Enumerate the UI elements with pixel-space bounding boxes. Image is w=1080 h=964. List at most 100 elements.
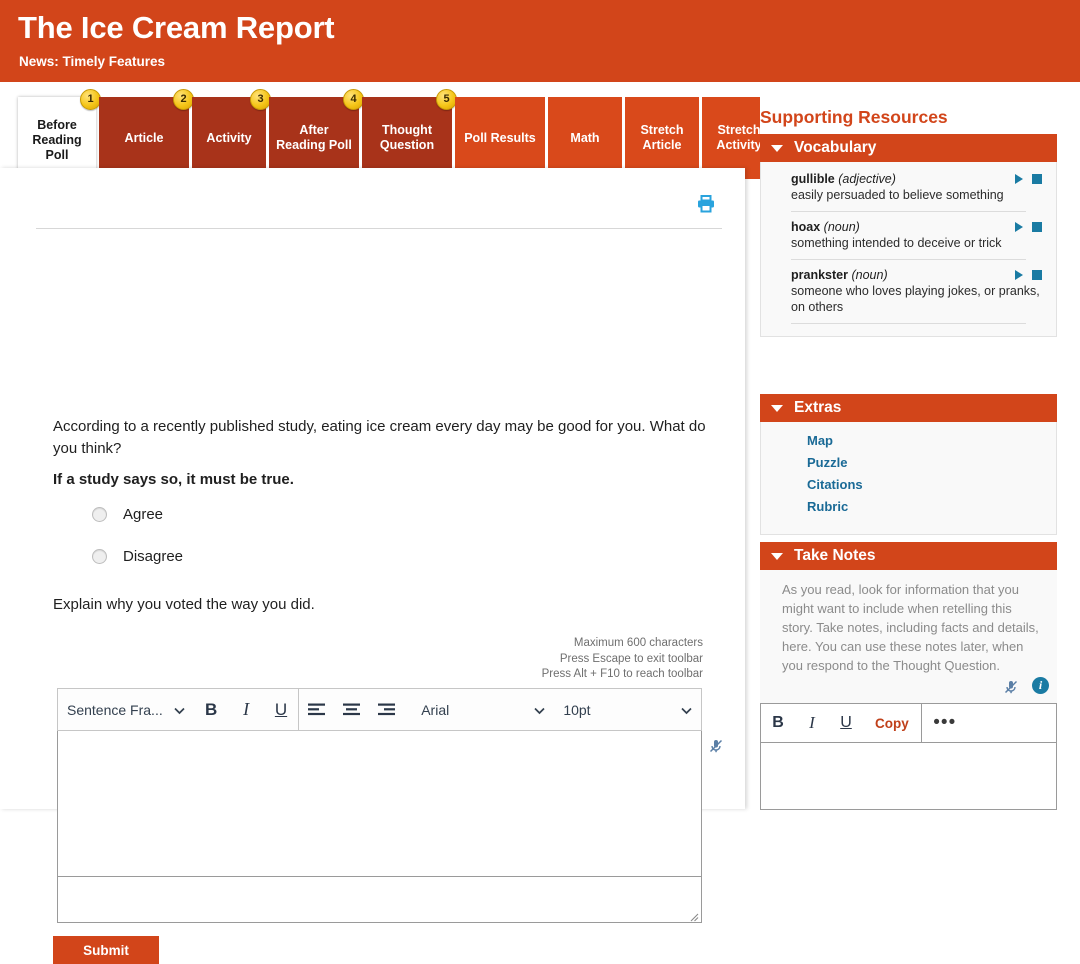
- tab-label: Stretch Article: [631, 123, 693, 153]
- align-center-icon[interactable]: [334, 689, 369, 730]
- main-content-panel: According to a recently published study,…: [0, 168, 745, 809]
- italic-button[interactable]: I: [229, 689, 264, 730]
- stop-icon[interactable]: [1032, 270, 1042, 280]
- vocabulary-definition: someone who loves playing jokes, or pran…: [791, 283, 1044, 315]
- vocabulary-heading: Vocabulary: [794, 139, 876, 157]
- align-right-icon[interactable]: [369, 689, 404, 730]
- vocabulary-part-of-speech: (noun): [851, 268, 887, 282]
- tab-math[interactable]: Math: [548, 97, 622, 179]
- editor-toolbar: Sentence Fra... B I U: [57, 688, 702, 731]
- content-divider: [36, 228, 722, 229]
- tab-label: Thought Question: [368, 123, 446, 153]
- tab-activity[interactable]: Activity3: [192, 97, 266, 179]
- sentence-frame-select[interactable]: Sentence Fra...: [58, 689, 194, 730]
- printer-icon[interactable]: [696, 194, 716, 214]
- tab-label: After Reading Poll: [275, 123, 353, 153]
- tab-poll-results[interactable]: Poll Results: [455, 97, 545, 179]
- notes-underline-button[interactable]: U: [829, 704, 863, 742]
- take-notes-panel: Take Notes As you read, look for informa…: [760, 542, 1057, 810]
- poll-statement: If a study says so, it must be true.: [53, 471, 294, 488]
- poll-option-label: Disagree: [123, 548, 183, 565]
- response-footer-area[interactable]: [57, 877, 702, 923]
- response-textarea[interactable]: [57, 731, 702, 877]
- play-icon[interactable]: [1015, 174, 1023, 184]
- vocabulary-term: prankster (noun): [791, 268, 1044, 282]
- extras-link-map[interactable]: Map: [807, 433, 1056, 448]
- stop-icon[interactable]: [1032, 222, 1042, 232]
- vocabulary-term: gullible (adjective): [791, 172, 1044, 186]
- radio-agree[interactable]: [92, 507, 107, 522]
- resize-handle-icon[interactable]: [688, 909, 699, 920]
- vocabulary-definition: easily persuaded to believe something: [791, 187, 1044, 203]
- take-notes-icon-row: i: [760, 677, 1057, 703]
- tab-step-badge: 3: [250, 89, 271, 110]
- editor-hints: Maximum 600 characters Press Escape to e…: [343, 636, 703, 683]
- extras-link-puzzle[interactable]: Puzzle: [807, 455, 1056, 470]
- vocabulary-entry: hoax (noun)something intended to deceive…: [761, 220, 1056, 251]
- take-notes-panel-header[interactable]: Take Notes: [760, 542, 1057, 570]
- vocabulary-word: prankster: [791, 268, 848, 282]
- tab-step-badge: 4: [343, 89, 364, 110]
- font-family-value: Arial: [421, 702, 449, 718]
- bold-button[interactable]: B: [194, 689, 229, 730]
- notes-more-button[interactable]: •••: [922, 704, 968, 742]
- extras-panel-header[interactable]: Extras: [760, 394, 1057, 422]
- take-notes-heading: Take Notes: [794, 547, 876, 565]
- explain-prompt: Explain why you voted the way you did.: [53, 596, 315, 613]
- page-banner: The Ice Cream Report News: Timely Featur…: [0, 0, 1080, 82]
- font-family-select[interactable]: Arial: [412, 689, 554, 730]
- tab-bar: Before Reading Poll1Article2Activity3Aft…: [0, 82, 745, 182]
- poll-option-disagree[interactable]: Disagree: [92, 548, 183, 565]
- tab-step-badge: 5: [436, 89, 457, 110]
- extras-link-citations[interactable]: Citations: [807, 477, 1056, 492]
- vocabulary-panel: Vocabulary gullible (adjective)easily pe…: [760, 134, 1057, 337]
- info-icon[interactable]: i: [1032, 677, 1049, 694]
- notes-bold-button[interactable]: B: [761, 704, 795, 742]
- underline-button[interactable]: U: [264, 689, 299, 730]
- notes-toolbar: B I U Copy •••: [760, 703, 1057, 743]
- extras-heading: Extras: [794, 399, 841, 417]
- play-icon[interactable]: [1015, 222, 1023, 232]
- vocabulary-panel-header[interactable]: Vocabulary: [760, 134, 1057, 162]
- microphone-muted-icon[interactable]: [708, 738, 724, 754]
- tab-thought-question[interactable]: Thought Question5: [362, 97, 452, 179]
- response-editor: Sentence Fra... B I U: [57, 688, 702, 923]
- tab-label: Activity: [206, 131, 251, 146]
- tab-after-reading-poll[interactable]: After Reading Poll4: [269, 97, 359, 179]
- take-notes-intro: As you read, look for information that y…: [760, 570, 1057, 677]
- play-icon[interactable]: [1015, 270, 1023, 280]
- notes-textarea[interactable]: [760, 743, 1057, 810]
- tab-label: Article: [125, 131, 164, 146]
- poll-question: According to a recently published study,…: [53, 416, 708, 460]
- vocabulary-part-of-speech: (noun): [824, 220, 860, 234]
- chevron-down-icon: [771, 145, 783, 152]
- stop-icon[interactable]: [1032, 174, 1042, 184]
- vocabulary-divider: [791, 259, 1026, 260]
- submit-button[interactable]: Submit: [53, 936, 159, 964]
- page-subtitle: News: Timely Features: [19, 54, 165, 69]
- extras-panel: Extras Map Puzzle Citations Rubric: [760, 394, 1057, 535]
- tab-article[interactable]: Article2: [99, 97, 189, 179]
- sentence-frame-value: Sentence Fra...: [67, 702, 163, 718]
- hint-max-characters: Maximum 600 characters: [343, 636, 703, 652]
- sidebar-title: Supporting Resources: [760, 107, 948, 128]
- font-size-select[interactable]: 10pt: [554, 689, 701, 730]
- poll-option-label: Agree: [123, 506, 163, 523]
- notes-italic-button[interactable]: I: [795, 704, 829, 742]
- notes-copy-button[interactable]: Copy: [863, 704, 921, 742]
- poll-option-agree[interactable]: Agree: [92, 506, 163, 523]
- vocabulary-entry: gullible (adjective)easily persuaded to …: [761, 172, 1056, 203]
- supporting-resources-sidebar: Supporting Resources Vocabulary gullible…: [760, 82, 1080, 809]
- take-notes-body: As you read, look for information that y…: [760, 570, 1057, 810]
- extras-link-rubric[interactable]: Rubric: [807, 499, 1056, 514]
- page-title: The Ice Cream Report: [18, 11, 334, 45]
- tab-step-badge: 1: [80, 89, 101, 110]
- microphone-muted-icon[interactable]: [1003, 679, 1019, 695]
- vocabulary-part-of-speech: (adjective): [838, 172, 896, 186]
- chevron-down-icon: [174, 702, 185, 718]
- vocabulary-audio-controls: [1015, 222, 1042, 232]
- radio-disagree[interactable]: [92, 549, 107, 564]
- print-row: [36, 194, 722, 222]
- align-left-icon[interactable]: [299, 689, 334, 730]
- tab-stretch-article[interactable]: Stretch Article: [625, 97, 699, 179]
